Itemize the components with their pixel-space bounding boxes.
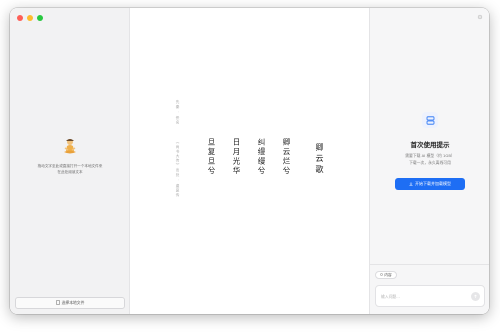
- poem-title: 卿云歌: [315, 143, 324, 176]
- first-use-title: 首次使用提示: [410, 141, 450, 149]
- send-icon[interactable]: [471, 292, 480, 301]
- meditating-figure-icon: [62, 138, 78, 156]
- gear-icon[interactable]: [477, 14, 483, 20]
- assistant-panel: 首次使用提示 需要下载 AI 模型（约 1GB） 下载一次，永久离线可用 开始下…: [369, 8, 489, 314]
- app-window: 拖动文字至此或直接打开一个本地文件来 在此处阅读文本 选择本地文件 先秦 · 佚…: [10, 8, 489, 314]
- download-model-button[interactable]: 开始下载并加载模型: [395, 178, 465, 190]
- panel-divider: [370, 264, 489, 265]
- content-context-chip[interactable]: 内容: [375, 271, 397, 279]
- document-icon: [380, 273, 384, 277]
- poem-line-2: 纠缦缦兮: [257, 138, 266, 176]
- poem-meta-3: 出处 · 虞夏传: [176, 168, 180, 198]
- content-chip-label: 内容: [384, 272, 392, 277]
- reader-pane: 先秦 · 佚名 《尚书大传》 出处 · 虞夏传 旦复旦兮 日月光华 纠缦缦兮 卿…: [130, 8, 369, 314]
- drop-hint: 拖动文字至此或直接打开一个本地文件来 在此处阅读文本: [16, 163, 124, 175]
- first-use-description: 需要下载 AI 模型（约 1GB） 下载一次，永久离线可用: [380, 152, 480, 166]
- poem-meta-1: 先秦 · 佚名: [176, 100, 180, 125]
- download-model-label: 开始下载并加载模型: [415, 181, 451, 186]
- poem-line-1: 卿云烂兮: [282, 138, 291, 176]
- window-controls: [17, 15, 43, 21]
- chat-input-placeholder: 输入问题...: [381, 294, 400, 299]
- download-icon: [409, 181, 413, 187]
- drop-hint-line2: 在此处阅读文本: [57, 170, 83, 174]
- poem-text: 先秦 · 佚名 《尚书大传》 出处 · 虞夏传 旦复旦兮 日月光华 纠缦缦兮 卿…: [130, 8, 369, 314]
- poem-meta-2: 《尚书大传》: [176, 140, 180, 168]
- first-use-desc-line2: 下载一次，永久离线可用: [409, 160, 451, 165]
- zoom-window-button[interactable]: [37, 15, 43, 21]
- close-window-button[interactable]: [17, 15, 23, 21]
- left-sidebar: 拖动文字至此或直接打开一个本地文件来 在此处阅读文本 选择本地文件: [10, 8, 130, 314]
- chat-input[interactable]: 输入问题...: [375, 285, 485, 307]
- poem-line-4: 旦复旦兮: [207, 138, 216, 176]
- open-local-file-button[interactable]: 选择本地文件: [15, 297, 125, 309]
- first-use-desc-line1: 需要下载 AI 模型（约 1GB）: [405, 153, 455, 158]
- poem-line-3: 日月光华: [232, 138, 241, 176]
- open-local-file-label: 选择本地文件: [61, 300, 85, 305]
- document-icon: [422, 112, 438, 128]
- minimize-window-button[interactable]: [27, 15, 33, 21]
- document-icon: [55, 300, 60, 306]
